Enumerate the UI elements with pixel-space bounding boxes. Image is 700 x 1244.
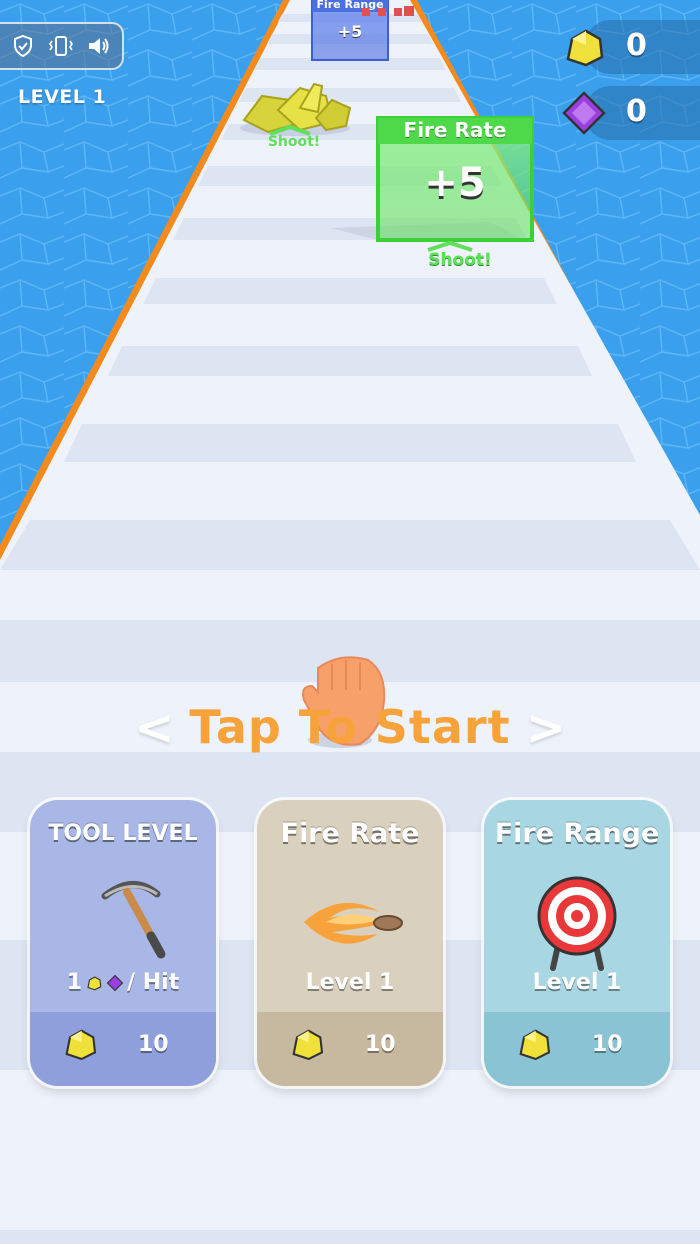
cost-value: 10 <box>138 1032 169 1057</box>
settings-bar <box>0 22 124 70</box>
cost-value: 10 <box>365 1032 396 1057</box>
tap-to-start[interactable]: < Tap To Start > <box>0 700 700 756</box>
pickaxe-icon <box>101 881 166 959</box>
near-gate-value: +5 <box>424 160 486 206</box>
card-title: Fire Range <box>494 818 660 849</box>
purple-gem-icon <box>106 974 124 991</box>
far-gate-title: Fire Range <box>316 0 384 11</box>
upgrade-card-fire-rate[interactable]: Fire Rate Level 1 10 <box>257 800 443 1086</box>
gold-ore-icon <box>566 29 604 67</box>
purple-gem-icon <box>562 91 606 135</box>
tap-to-start-label: Tap To Start <box>189 700 511 754</box>
tool-stat: 1 / Hit <box>30 970 216 995</box>
privacy-shield-icon[interactable] <box>10 33 36 59</box>
gold-counter: 0 <box>566 20 700 74</box>
gold-ore-icon <box>292 1029 324 1061</box>
vibration-icon[interactable] <box>48 33 74 59</box>
upgrade-cost: 10 <box>484 1012 670 1086</box>
fire-bullet-icon <box>304 903 403 944</box>
upgrade-cost: 10 <box>257 1012 443 1086</box>
far-gate-value: +5 <box>337 22 363 41</box>
fire-rate-level: Level 1 <box>305 970 395 995</box>
upgrade-card-fire-range[interactable]: Fire Range Level 1 10 <box>484 800 670 1086</box>
shoot-label: Shoot! <box>267 134 321 150</box>
tool-stat-suffix: / Hit <box>127 970 180 995</box>
gem-count: 0 <box>626 94 647 129</box>
gem-counter: 0 <box>562 86 700 140</box>
fire-range-level: Level 1 <box>532 970 622 995</box>
chevron-right-icon: > <box>525 700 566 756</box>
tool-stat-count: 1 <box>66 970 83 995</box>
cost-value: 10 <box>592 1032 623 1057</box>
target-icon <box>537 876 617 971</box>
level-label: LEVEL 1 <box>18 86 107 108</box>
gold-count: 0 <box>626 28 647 63</box>
sound-icon[interactable] <box>86 33 112 59</box>
card-title: Fire Rate <box>280 818 420 849</box>
shoot-label: Shoot! <box>428 250 492 270</box>
chevron-left-icon: < <box>134 700 175 756</box>
card-title: TOOL LEVEL <box>48 821 198 846</box>
gold-ore-icon <box>519 1029 551 1061</box>
near-gate-title: Fire Rate <box>403 118 507 142</box>
upgrade-card-tool-level[interactable]: TOOL LEVEL 1 / Hit 10 <box>30 800 216 1086</box>
gold-ore-icon <box>65 1029 97 1061</box>
gold-ore-icon <box>87 975 102 990</box>
upgrade-cost: 10 <box>30 1012 216 1086</box>
